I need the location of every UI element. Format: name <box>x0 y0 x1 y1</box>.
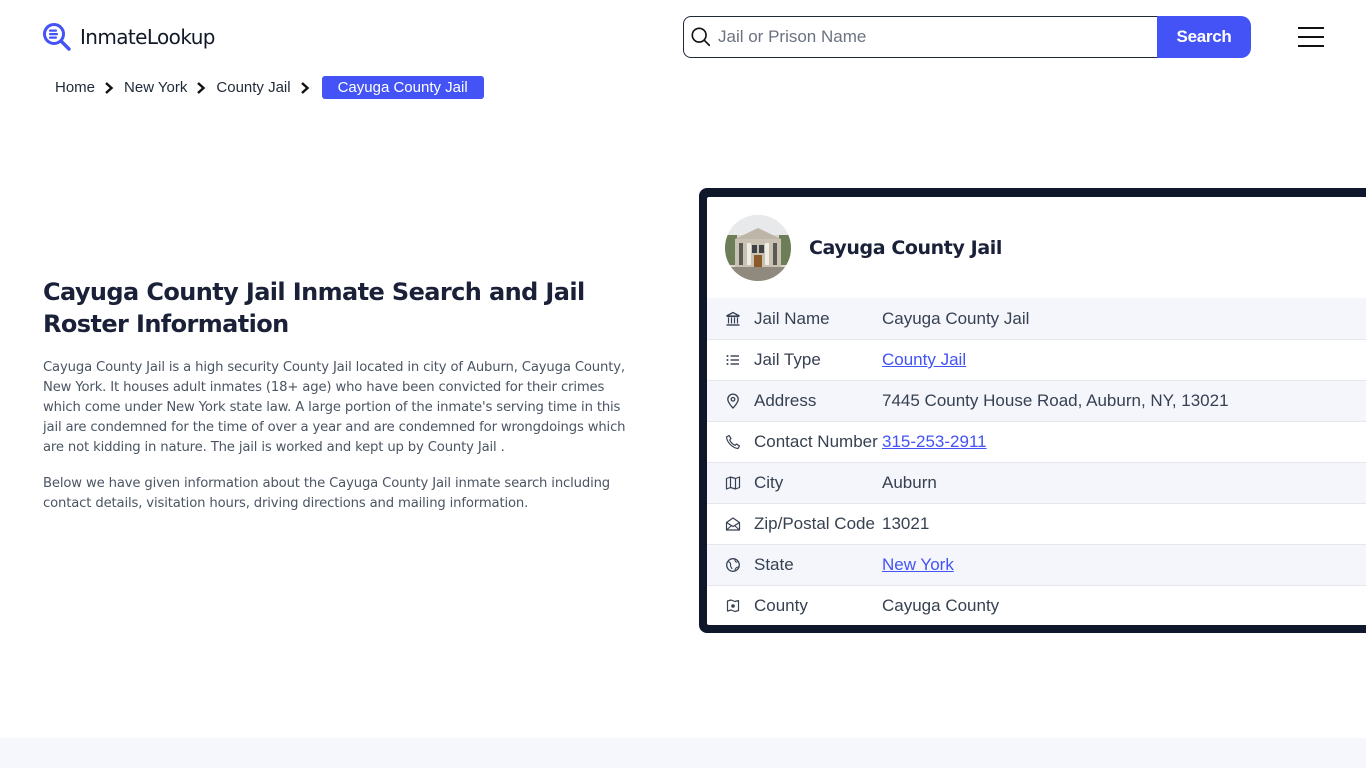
row-value: 7445 County House Road, Auburn, NY, 1302… <box>882 391 1229 410</box>
logo-text: InmateLookup <box>80 25 215 49</box>
county-map-icon <box>724 597 742 615</box>
info-row-county: County Cayuga County <box>707 585 1366 625</box>
chevron-right-icon <box>300 81 309 94</box>
hamburger-icon[interactable] <box>1298 27 1324 47</box>
info-row-state: State New York <box>707 544 1366 585</box>
breadcrumb: Home New York County Jail Cayuga County … <box>55 76 484 99</box>
map-icon <box>724 474 742 492</box>
row-label: Jail Name <box>754 308 830 328</box>
search-form: Search <box>683 16 1251 58</box>
breadcrumb-type[interactable]: County Jail <box>216 79 290 96</box>
map-pin-icon <box>724 392 742 410</box>
info-row-address: Address 7445 County House Road, Auburn, … <box>707 380 1366 421</box>
row-label: County <box>754 596 808 615</box>
intro-paragraph: Cayuga County Jail is a high security Co… <box>43 360 626 455</box>
card-header: Cayuga County Jail <box>707 197 1366 298</box>
row-value: 13021 <box>882 514 930 533</box>
row-label: Address <box>754 391 817 410</box>
row-value: Auburn <box>882 473 937 492</box>
row-label: Contact Number <box>754 432 878 451</box>
search-input[interactable] <box>718 27 1157 47</box>
phone-link[interactable]: 315-253-2911 <box>882 432 987 452</box>
row-label: City <box>754 473 784 492</box>
jail-photo <box>725 214 791 281</box>
info-row-jail-type: Jail Type County Jail <box>707 339 1366 380</box>
search-icon <box>691 27 711 47</box>
breadcrumb-state[interactable]: New York <box>124 79 187 96</box>
intro-paragraph: Below we have given information about th… <box>43 476 611 511</box>
footer-band <box>0 738 1366 768</box>
info-row-zip: Zip/Postal Code 13021 <box>707 503 1366 544</box>
card-title: Cayuga County Jail <box>809 236 1002 259</box>
info-table: Jail Name Cayuga County Jail Jail Type C… <box>707 298 1366 625</box>
intro-section: Cayuga County Jail Inmate Search and Jai… <box>43 276 633 514</box>
list-icon <box>724 351 742 369</box>
logo-magnifier-icon <box>43 23 71 51</box>
building-columns-icon <box>724 310 742 328</box>
info-row-jail-name: Jail Name Cayuga County Jail <box>707 298 1366 339</box>
search-button[interactable]: Search <box>1157 16 1251 58</box>
jail-type-link[interactable]: County Jail <box>882 350 966 370</box>
row-label: Jail Type <box>754 350 821 369</box>
breadcrumb-home[interactable]: Home <box>55 79 95 96</box>
info-row-contact: Contact Number 315-253-2911 <box>707 421 1366 462</box>
row-label: Zip/Postal Code <box>754 514 875 533</box>
globe-icon <box>724 556 742 574</box>
phone-icon <box>724 433 742 451</box>
chevron-right-icon <box>105 81 114 94</box>
info-row-city: City Auburn <box>707 462 1366 503</box>
breadcrumb-current: Cayuga County Jail <box>321 76 484 99</box>
row-value: Cayuga County Jail <box>882 308 1030 328</box>
page-title: Cayuga County Jail Inmate Search and Jai… <box>43 278 585 338</box>
chevron-right-icon <box>197 81 206 94</box>
search-field <box>683 16 1157 58</box>
envelope-open-icon <box>724 515 742 533</box>
state-link[interactable]: New York <box>882 555 954 575</box>
site-logo[interactable]: InmateLookup <box>42 22 215 52</box>
jail-info-card: Cayuga County Jail Jail Name Cayuga Coun… <box>699 188 1366 633</box>
row-label: State <box>754 555 794 574</box>
row-value: Cayuga County <box>882 596 1000 615</box>
